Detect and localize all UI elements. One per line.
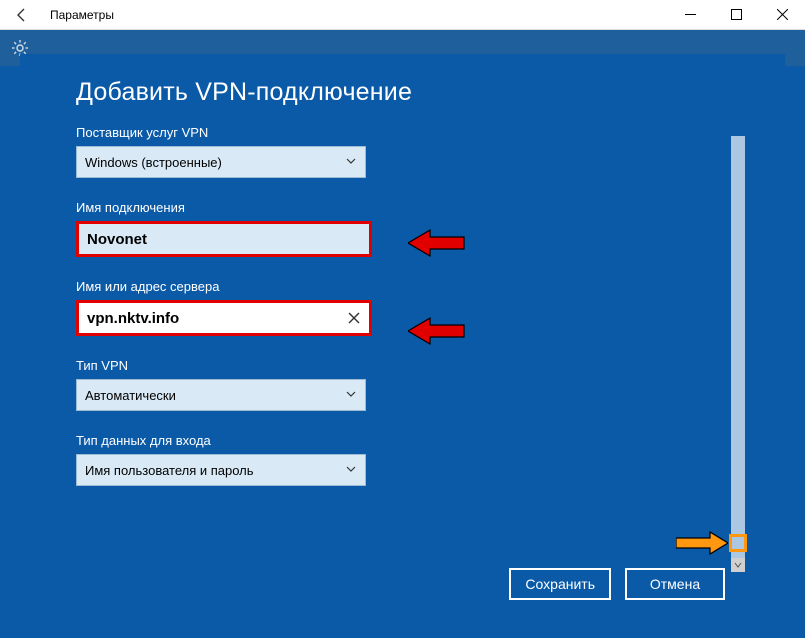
chevron-down-icon <box>345 388 357 403</box>
annotation-orange-box <box>729 534 747 552</box>
vpn-type-value: Автоматически <box>85 388 176 403</box>
scrollbar[interactable] <box>731 136 745 558</box>
signin-type-label: Тип данных для входа <box>76 433 729 448</box>
field-provider: Поставщик услуг VPN Windows (встроенные) <box>76 125 729 178</box>
dialog-buttons: Сохранить Отмена <box>509 568 725 600</box>
close-button[interactable] <box>759 0 805 30</box>
provider-label: Поставщик услуг VPN <box>76 125 729 140</box>
dialog-heading: Добавить VPN-подключение <box>76 78 729 107</box>
highlight-connection-name <box>76 221 372 257</box>
provider-select[interactable]: Windows (встроенные) <box>76 146 366 178</box>
window-title: Параметры <box>44 8 667 22</box>
connection-name-input[interactable] <box>87 231 361 248</box>
titlebar: Параметры <box>0 0 805 30</box>
highlight-server <box>76 300 372 336</box>
chevron-down-icon <box>734 561 742 569</box>
minimize-button[interactable] <box>667 0 713 30</box>
chevron-down-icon <box>345 155 357 170</box>
annotation-arrow-orange <box>676 530 728 561</box>
field-signin-type: Тип данных для входа Имя пользователя и … <box>76 433 729 486</box>
field-server: Имя или адрес сервера <box>76 279 729 336</box>
annotation-arrow-red-2 <box>408 314 466 353</box>
server-input-wrap <box>79 303 369 333</box>
connection-name-label: Имя подключения <box>76 200 729 215</box>
scrollbar-thumb[interactable] <box>731 136 745 558</box>
maximize-button[interactable] <box>713 0 759 30</box>
signin-type-select[interactable]: Имя пользователя и пароль <box>76 454 366 486</box>
vpn-dialog: Добавить VPN-подключение Поставщик услуг… <box>20 54 785 618</box>
clear-button[interactable] <box>345 309 363 327</box>
chevron-down-icon <box>345 463 357 478</box>
close-icon <box>777 9 788 20</box>
provider-value: Windows (встроенные) <box>85 155 222 170</box>
back-button[interactable] <box>0 0 44 30</box>
server-input[interactable] <box>87 310 361 327</box>
arrow-left-icon <box>14 7 30 23</box>
window-controls <box>667 0 805 30</box>
minimize-icon <box>685 9 696 20</box>
server-label: Имя или адрес сервера <box>76 279 729 294</box>
signin-type-value: Имя пользователя и пароль <box>85 463 254 478</box>
maximize-icon <box>731 9 742 20</box>
x-icon <box>348 312 360 324</box>
field-vpn-type: Тип VPN Автоматически <box>76 358 729 411</box>
field-connection-name: Имя подключения <box>76 200 729 257</box>
save-button[interactable]: Сохранить <box>509 568 611 600</box>
connection-name-input-wrap <box>79 224 369 254</box>
scrollbar-down-button[interactable] <box>731 558 745 572</box>
vpn-type-label: Тип VPN <box>76 358 729 373</box>
annotation-arrow-red-1 <box>408 226 466 265</box>
cancel-button[interactable]: Отмена <box>625 568 725 600</box>
vpn-type-select[interactable]: Автоматически <box>76 379 366 411</box>
